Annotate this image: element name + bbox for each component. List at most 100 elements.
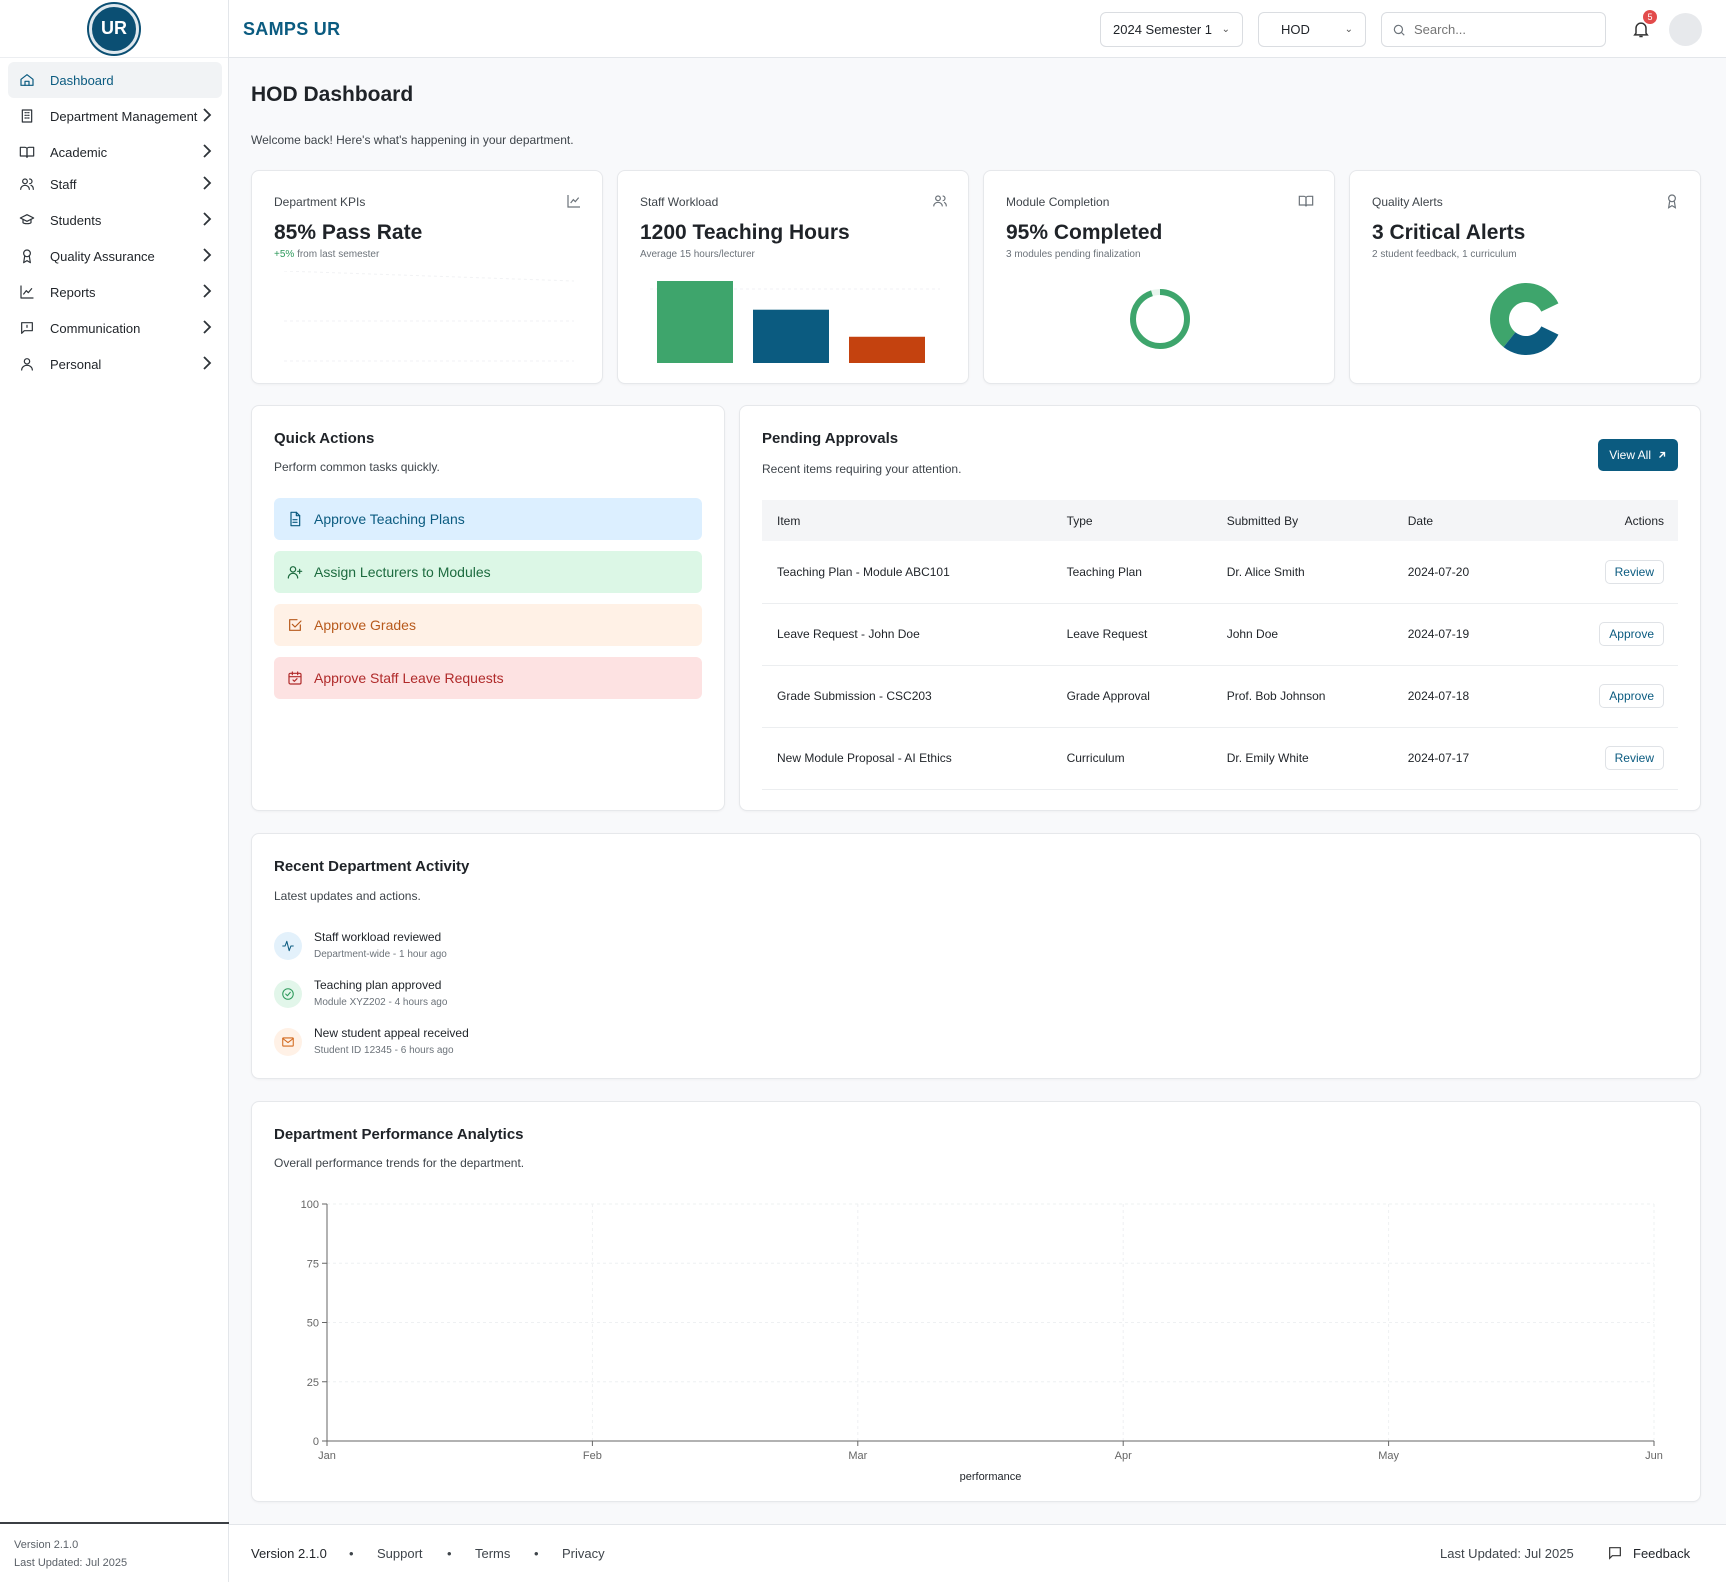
- activity-icon: [274, 932, 302, 960]
- app-brand[interactable]: SAMPS UR: [243, 19, 340, 40]
- chevron-right-icon: [202, 211, 212, 232]
- arrow-up-right-icon: [1659, 451, 1666, 458]
- recent-activity-card: Recent Department Activity Latest update…: [251, 833, 1701, 1079]
- footer-last-updated: Last Updated: Jul 2025: [1440, 1546, 1574, 1561]
- approve-button[interactable]: Approve: [1599, 622, 1664, 646]
- performance-analytics-card: Department Performance Analytics Overall…: [251, 1101, 1701, 1502]
- cell-date: 2024-07-17: [1392, 727, 1585, 790]
- recent-activity-title: Recent Department Activity: [274, 858, 470, 875]
- pending-approvals-title: Pending Approvals: [762, 430, 899, 447]
- sidebar-item-students[interactable]: Students: [8, 202, 222, 238]
- footer-dot: •: [534, 1546, 539, 1561]
- chevron-right-icon: [202, 175, 212, 196]
- semester-select[interactable]: 2024 Semester 1 ⌄: [1100, 12, 1243, 47]
- sidebar-item-academic[interactable]: Academic: [8, 134, 222, 170]
- column-header: Actions: [1584, 500, 1678, 541]
- x-tick-label: Mar: [848, 1450, 867, 1462]
- kpi-label: Quality Alerts: [1372, 195, 1443, 209]
- approve-button[interactable]: Approve: [1599, 684, 1664, 708]
- award-icon: [18, 247, 36, 265]
- logo-area: UR: [0, 0, 228, 58]
- kpi-note: +5% from last semester: [274, 249, 379, 260]
- kpi-change: +5%: [274, 249, 295, 260]
- footer-link-support[interactable]: Support: [377, 1546, 423, 1561]
- kpi-label: Staff Workload: [640, 195, 719, 209]
- sidebar-item-label: Students: [50, 212, 102, 228]
- chevron-right-icon: [202, 283, 212, 304]
- x-axis-label: performance: [960, 1471, 1022, 1482]
- quick-action-label: Approve Grades: [314, 617, 416, 633]
- sidebar-item-department-management[interactable]: Department Management: [8, 98, 222, 134]
- page-title: HOD Dashboard: [251, 83, 414, 106]
- file-text-icon: [286, 510, 304, 528]
- quick-action-approve-grades[interactable]: Approve Grades: [274, 604, 702, 646]
- sidebar-item-staff[interactable]: Staff: [8, 166, 222, 202]
- kpi-note: 3 modules pending finalization: [1006, 249, 1141, 260]
- role-select[interactable]: HOD ⌄: [1258, 12, 1366, 47]
- cell-by: Dr. Emily White: [1211, 727, 1393, 790]
- chevron-right-icon: [202, 107, 212, 128]
- analytics-subtitle: Overall performance trends for the depar…: [274, 1156, 525, 1170]
- sidebar-item-label: Staff: [50, 176, 77, 192]
- y-tick-label: 0: [313, 1436, 319, 1448]
- sidebar-item-label: Quality Assurance: [50, 248, 155, 264]
- cell-actions: Review: [1584, 727, 1678, 790]
- footer-link-terms[interactable]: Terms: [475, 1546, 510, 1561]
- sidebar-last-updated: Last Updated: Jul 2025: [14, 1557, 128, 1569]
- feedback-button[interactable]: Feedback: [1633, 1546, 1690, 1561]
- x-tick-label: May: [1378, 1450, 1399, 1462]
- kpi-value: 85% Pass Rate: [274, 221, 423, 244]
- user-avatar[interactable]: [1669, 13, 1702, 46]
- cell-item: Grade Submission - CSC203: [762, 665, 1052, 728]
- kpi-value: 1200 Teaching Hours: [640, 221, 850, 244]
- activity-meta: Module XYZ202 - 4 hours ago: [314, 997, 448, 1008]
- check-square-icon: [286, 616, 304, 634]
- kpi-note: Average 15 hours/lecturer: [640, 249, 755, 260]
- sidebar-item-reports[interactable]: Reports: [8, 274, 222, 310]
- chevron-right-icon: [202, 143, 212, 164]
- cell-actions: Approve: [1584, 665, 1678, 728]
- review-button[interactable]: Review: [1604, 746, 1664, 770]
- cell-by: John Doe: [1211, 603, 1393, 666]
- search-box: [1381, 12, 1606, 47]
- sidebar-item-communication[interactable]: Communication: [8, 310, 222, 346]
- kpi-value: 95% Completed: [1006, 221, 1163, 244]
- university-logo[interactable]: UR: [89, 3, 139, 54]
- quick-action-assign-lecturers-to-modules[interactable]: Assign Lecturers to Modules: [274, 551, 702, 593]
- message-square-icon: [1609, 1547, 1621, 1560]
- activity-title: Staff workload reviewed: [314, 930, 442, 944]
- cell-type: Curriculum: [1051, 727, 1212, 790]
- chevron-right-icon: [202, 355, 212, 376]
- cell-date: 2024-07-20: [1392, 541, 1585, 604]
- cell-by: Prof. Bob Johnson: [1211, 665, 1393, 728]
- kpi-card-workload: Staff Workload 1200 Teaching Hours Avera…: [617, 170, 969, 384]
- performance-line-chart: 0 25 50 75 100 Jan Feb Mar Apr May Jun performance: [301, 1199, 1663, 1482]
- kpi-card-quality: Quality Alerts 3 Critical Alerts 2 stude…: [1349, 170, 1701, 384]
- sidebar-item-quality-assurance[interactable]: Quality Assurance: [8, 238, 222, 274]
- sidebar-item-label: Dashboard: [50, 72, 114, 88]
- review-button[interactable]: Review: [1604, 559, 1664, 584]
- quick-action-approve-staff-leave-requests[interactable]: Approve Staff Leave Requests: [274, 657, 702, 699]
- activity-title: New student appeal received: [314, 1026, 469, 1040]
- cell-type: Grade Approval: [1051, 665, 1212, 728]
- quick-actions-card: Quick Actions Perform common tasks quick…: [251, 405, 725, 811]
- search-input[interactable]: [1414, 22, 1584, 37]
- chevron-right-icon: [202, 319, 212, 340]
- user-icon: [18, 355, 36, 373]
- cell-type: Leave Request: [1051, 603, 1212, 666]
- module-completion-ring: [1130, 289, 1190, 349]
- view-all-button[interactable]: View All: [1598, 439, 1678, 471]
- sidebar-item-label: Personal: [50, 356, 102, 372]
- approvals-table: Item Type Submitted By Date Actions Teaching…: [762, 500, 1678, 790]
- sidebar-item-dashboard[interactable]: Dashboard: [8, 62, 222, 98]
- trend-chart-icon: [567, 195, 580, 208]
- chevron-right-icon: [202, 247, 212, 268]
- sidebar-item-personal[interactable]: Personal: [8, 346, 222, 382]
- y-tick-label: 100: [301, 1199, 319, 1211]
- quick-action-approve-teaching-plans[interactable]: Approve Teaching Plans: [274, 498, 702, 540]
- mail-icon: [274, 1028, 302, 1056]
- page-footer: Version 2.1.0 • Support • Terms • Privac…: [229, 1524, 1726, 1582]
- footer-link-privacy[interactable]: Privacy: [562, 1546, 605, 1561]
- sidebar-version: Version 2.1.0: [14, 1539, 79, 1551]
- footer-version: Version 2.1.0: [251, 1546, 327, 1561]
